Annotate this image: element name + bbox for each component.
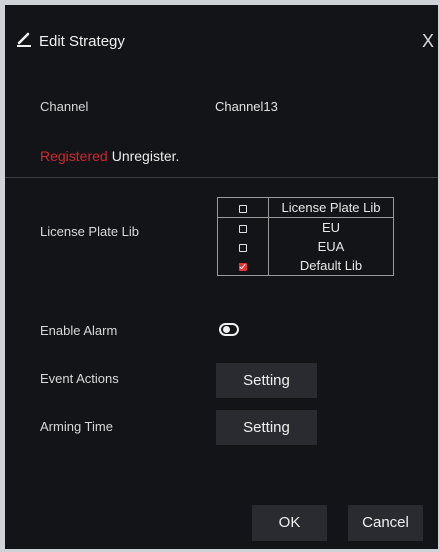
pencil-icon	[15, 30, 33, 48]
lib-checkbox-default[interactable]	[239, 262, 247, 271]
select-all-cell[interactable]	[217, 197, 269, 218]
table-row[interactable]: Default Lib	[217, 256, 394, 276]
enable-alarm-toggle[interactable]	[219, 323, 239, 336]
dialog-title: Edit Strategy	[39, 33, 125, 50]
lib-checkbox-eua[interactable]	[239, 243, 247, 252]
edit-strategy-dialog: Edit Strategy X Channel Channel13 Regist…	[5, 5, 438, 549]
ok-button[interactable]: OK	[252, 505, 327, 541]
channel-value: Channel13	[215, 99, 278, 114]
close-icon[interactable]: X	[422, 31, 434, 52]
table-row[interactable]: EU	[217, 217, 394, 237]
license-plate-lib-table: License Plate Lib EU EUA Default Lib	[217, 197, 394, 276]
dialog-header: Edit Strategy X	[5, 27, 438, 57]
registered-link[interactable]: Registered	[40, 148, 108, 164]
arming-time-label: Arming Time	[40, 419, 113, 434]
lib-name: EUA	[268, 237, 394, 256]
lib-name: EU	[268, 217, 394, 237]
channel-label: Channel	[40, 99, 89, 114]
license-plate-lib-label: License Plate Lib	[40, 224, 140, 239]
select-all-checkbox[interactable]	[239, 204, 247, 213]
lib-checkbox-eu[interactable]	[239, 224, 247, 233]
arming-time-setting-button[interactable]: Setting	[216, 410, 317, 445]
divider	[5, 177, 438, 178]
enable-alarm-label: Enable Alarm	[40, 323, 118, 338]
event-actions-label: Event Actions	[40, 371, 119, 386]
cancel-button[interactable]: Cancel	[348, 505, 423, 541]
toggle-knob	[223, 326, 230, 333]
unregister-link[interactable]: Unregister.	[112, 148, 180, 164]
table-header-row: License Plate Lib	[217, 197, 394, 218]
registration-status: Registered Unregister.	[40, 148, 179, 164]
column-header: License Plate Lib	[268, 197, 394, 218]
table-row[interactable]: EUA	[217, 237, 394, 256]
event-actions-setting-button[interactable]: Setting	[216, 363, 317, 398]
lib-name: Default Lib	[268, 256, 394, 276]
